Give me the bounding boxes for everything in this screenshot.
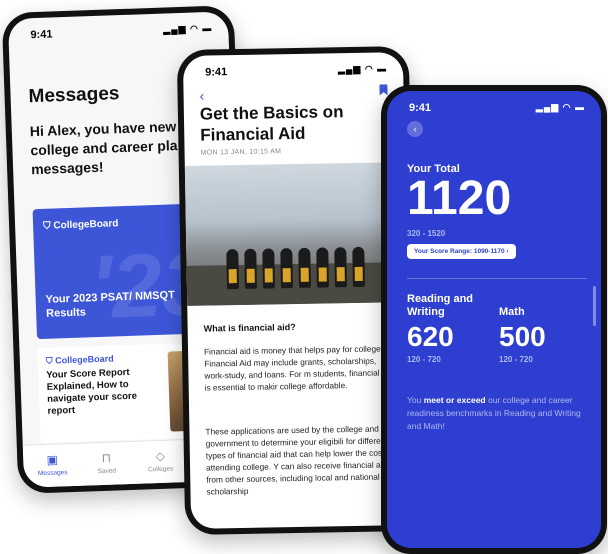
article-date: MON 13 JAN, 10:15 AM [200,148,282,157]
back-button[interactable]: ‹ [407,121,423,137]
graduate-figure [334,247,347,288]
math-range: 120 - 720 [499,355,533,364]
signal-wifi-battery-icon: ▂▄▆ ◠ ▬ [535,102,585,112]
graduate-figure [280,248,293,289]
graduate-figure [226,249,239,290]
signal-wifi-battery-icon: ▂▄▆ ◠ ▬ [163,22,213,35]
reading-writing-label: Reading and Writing [407,293,474,318]
paragraph: These applications are used by the colle… [205,423,394,497]
signal-wifi-battery-icon: ▂▄▆ ◠ ▬ [337,63,388,75]
reading-writing-score: 620 [407,321,454,352]
card-title: Your Score Report Explained, How to navi… [46,366,138,417]
total-score: 1120 [407,172,512,225]
collegeboard-logo: ⛉ CollegeBoard [42,218,119,232]
math-score: 500 [499,321,546,352]
status-bar: 9:41 ▂▄▆ ◠ ▬ [8,11,229,49]
graduation-photo [184,162,408,306]
total-range: 320 - 1520 [407,229,446,238]
scores-screen: 9:41 ▂▄▆ ◠ ▬ ‹ Your Total 1120 320 - 152… [387,91,601,548]
collegeboard-logo: ⛉ CollegeBoard [45,353,114,366]
benchmark-note: You meet or exceed our college and caree… [407,395,581,431]
phone-scores: 9:41 ▂▄▆ ◠ ▬ ‹ Your Total 1120 320 - 152… [381,85,607,554]
messages-icon: ▣ [46,452,59,467]
back-button[interactable]: ‹ [199,88,204,104]
article-title: Get the Basics on Financial Aid [199,102,344,145]
status-bar: 9:41 ▂▄▆ ◠ ▬ [183,52,403,86]
score-range-button[interactable]: Your Score Range: 1090-1170 › [407,244,516,259]
card-title: Your 2023 PSAT/ NMSQT Results [45,289,176,320]
bookmark-icon: ⊓ [101,450,112,465]
status-time: 9:41 [205,66,228,79]
graduate-figure [244,248,257,289]
graduate-figure [352,246,365,288]
acorn-icon: ⛉ [45,355,53,366]
status-time: 9:41 [30,28,53,42]
status-time: 9:41 [409,102,432,114]
graduate-figure [316,247,329,288]
acorn-icon: ⛉ [42,220,51,232]
article-screen: 9:41 ▂▄▆ ◠ ▬ ‹ Get the Basics on Financi… [182,52,412,529]
divider [407,278,587,279]
ground [186,262,408,306]
reading-writing-range: 120 - 720 [407,355,441,364]
tab-saved[interactable]: ⊓ Saved [81,450,132,476]
scrollbar[interactable] [593,286,596,326]
graduate-figure [298,247,311,288]
status-bar: 9:41 ▂▄▆ ◠ ▬ [387,91,601,121]
graduate-figure [262,248,275,289]
tab-messages[interactable]: ▣ Messages [27,452,78,478]
page-title: Messages [28,83,120,108]
section-heading: What is financial aid? [203,322,296,334]
paragraph: Financial aid is money that helps pay fo… [203,343,393,393]
math-label: Math [499,306,525,318]
graduation-cap-icon: ◇ [155,448,166,464]
tab-colleges[interactable]: ◇ Colleges [135,448,186,474]
